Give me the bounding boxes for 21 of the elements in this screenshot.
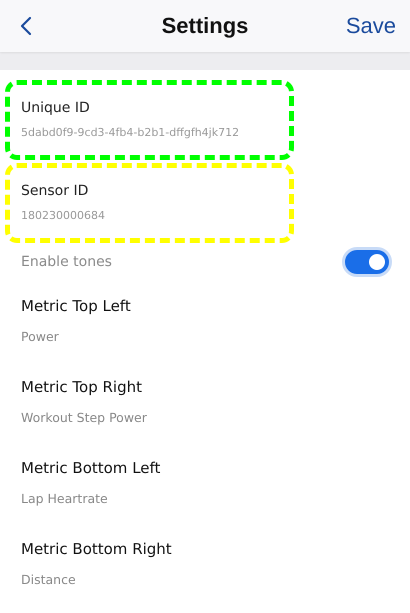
setting-label: Metric Top Right <box>21 378 143 396</box>
settings-item[interactable]: Metric Bottom Left Lap Heartrate <box>0 439 410 520</box>
setting-value: Workout Step Power <box>21 410 148 425</box>
page-title: Settings <box>162 13 248 39</box>
field-value: 180230000684 <box>21 208 106 222</box>
settings-item[interactable]: Metric Top Left Power <box>0 277 410 358</box>
setting-value: Power <box>21 329 60 344</box>
toggle-label: Enable tones <box>21 254 112 270</box>
setting-value: Distance <box>21 572 77 587</box>
toggle-switch[interactable] <box>342 247 392 277</box>
settings-item[interactable]: Metric Top Right Workout Step Power <box>0 358 410 439</box>
back-icon <box>20 16 32 36</box>
setting-value: Lap Heartrate <box>21 491 109 506</box>
settings-item[interactable]: Metric Bottom Right Distance <box>0 520 410 601</box>
setting-label: Metric Top Left <box>21 297 132 315</box>
field-value: 5dabd0f9-9cd3-4fb4-b2b1-dffgfh4jk712 <box>21 126 240 138</box>
field-label: Sensor ID <box>21 182 90 198</box>
setting-label: Metric Bottom Right <box>21 540 173 558</box>
save-button[interactable]: Save <box>346 13 396 39</box>
field-label: Unique ID <box>21 100 91 116</box>
setting-label: Metric Bottom Left <box>21 459 162 477</box>
